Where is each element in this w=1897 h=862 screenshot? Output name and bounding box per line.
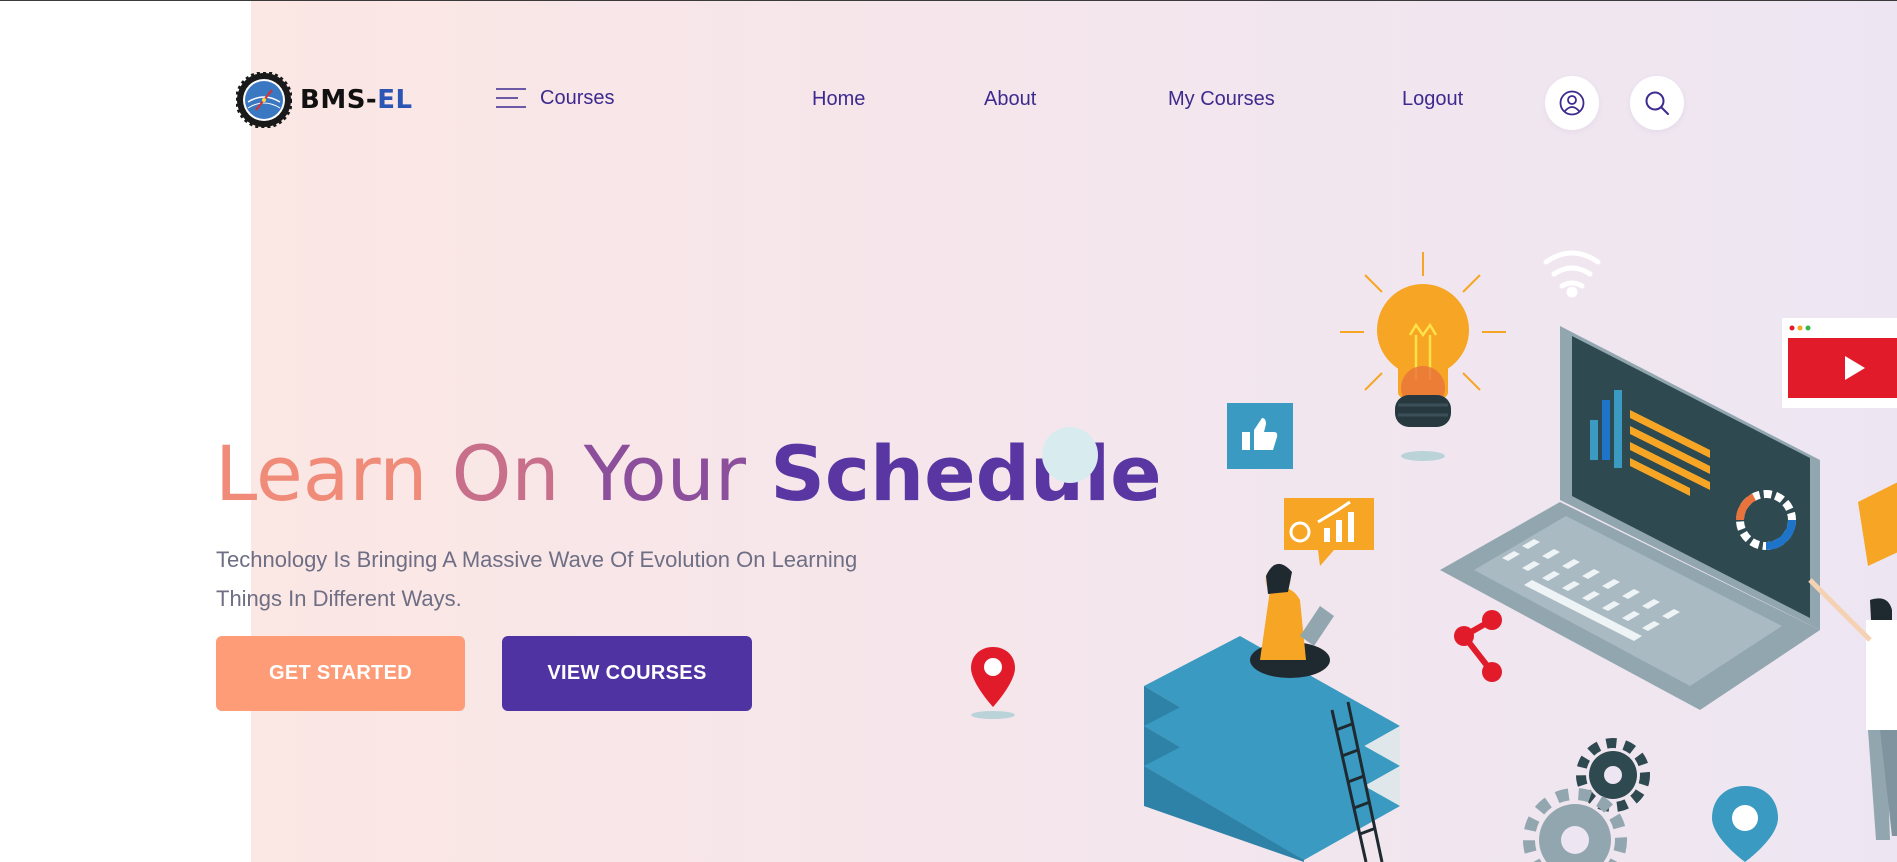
headline-word-learn: Learn [215,429,428,518]
headline-word-on: On [451,429,560,518]
get-started-button[interactable]: GET STARTED [216,636,465,711]
laptop-icon [1440,326,1820,710]
hamburger-menu-icon [496,88,526,108]
chart-bubble-icon [1284,498,1374,566]
user-card-icon [1858,482,1897,566]
brand-name-part2: EL [377,85,413,115]
thumbs-up-icon [1227,403,1293,469]
hero-subtext-line2: Things In Different Ways. [216,586,462,611]
brand-name: BMS-EL [300,85,413,115]
location-pin-blue-icon [1712,786,1778,862]
brand-logo[interactable]: BMS-EL [236,72,413,128]
search-icon [1645,91,1669,115]
nav-link-home[interactable]: Home [812,88,865,111]
gear-icon [1523,738,1650,862]
user-account-button[interactable] [1545,76,1599,130]
wifi-icon [1543,250,1601,298]
nav-link-logout[interactable]: Logout [1402,88,1463,111]
view-courses-button[interactable]: VIEW COURSES [502,636,752,711]
person-studying [1250,563,1334,678]
video-play-card-icon [1782,318,1897,408]
search-button[interactable] [1630,76,1684,130]
person-presenter [1808,578,1897,840]
nav-link-about[interactable]: About [984,88,1036,111]
share-icon [1454,610,1502,682]
hero-subtext-line1: Technology Is Bringing A Massive Wave Of… [216,547,858,572]
hero-illustration [1144,250,1897,862]
headline-word-your: Your [583,429,747,518]
hero-subtext: Technology Is Bringing A Massive Wave Of… [216,540,896,618]
courses-menu-label: Courses [540,86,615,109]
gear-emblem-icon [236,72,292,128]
lightbulb-icon [1340,252,1506,461]
nav-link-my-courses[interactable]: My Courses [1168,88,1275,111]
user-icon [1559,90,1585,116]
courses-menu-button[interactable]: Courses [496,86,614,110]
brand-name-part1: BMS- [300,85,378,115]
